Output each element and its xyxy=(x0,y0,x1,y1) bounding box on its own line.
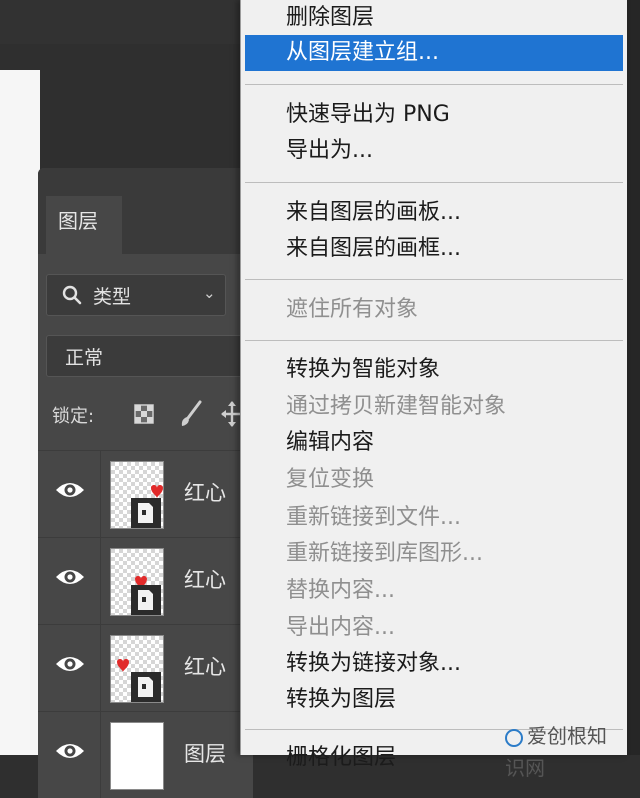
menu-item-group-from-layers[interactable]: 从图层建立组... xyxy=(245,35,623,71)
menu-item-new-smart-object-via-copy[interactable]: 通过拷贝新建智能对象 xyxy=(241,389,627,425)
layer-row[interactable]: 红心 xyxy=(38,624,253,711)
layer-thumbnail xyxy=(110,722,164,790)
layer-row[interactable]: 红心 xyxy=(38,537,253,624)
document-canvas[interactable] xyxy=(0,70,40,755)
menu-separator xyxy=(245,279,623,280)
watermark: 爱创根知识网 xyxy=(505,720,625,780)
search-icon xyxy=(62,285,82,305)
menu-separator xyxy=(245,182,623,183)
menu-item-artboard-from-layers[interactable]: 来自图层的画板... xyxy=(241,195,627,231)
menu-separator xyxy=(245,340,623,341)
menu-item-convert-to-layers[interactable]: 转换为图层 xyxy=(241,682,627,718)
menu-item-mask-all-objects[interactable]: 遮住所有对象 xyxy=(241,292,627,328)
layer-filter-select[interactable]: 类型 ⌄ xyxy=(46,274,226,316)
layer-name[interactable]: 红心 xyxy=(184,477,226,507)
row-divider xyxy=(100,712,101,798)
filter-label: 类型 xyxy=(93,286,132,308)
row-divider xyxy=(100,538,101,624)
chevron-down-icon: ⌄ xyxy=(203,284,216,302)
menu-item-edit-contents[interactable]: 编辑内容 xyxy=(241,425,627,461)
row-divider xyxy=(100,451,101,537)
layer-name[interactable]: 图层 xyxy=(184,738,226,768)
menu-item-export-as[interactable]: 导出为... xyxy=(241,133,627,169)
menu-item-quick-export-png[interactable]: 快速导出为 PNG xyxy=(241,97,627,133)
menu-item-relink-to-library-graphic[interactable]: 重新链接到库图形... xyxy=(241,536,627,572)
lock-image-pixels-brush-icon[interactable] xyxy=(178,400,204,428)
smart-object-thumbnail xyxy=(110,635,164,703)
menu-item-delete-layer[interactable]: 删除图层 xyxy=(241,0,627,36)
menu-item-export-contents[interactable]: 导出内容... xyxy=(241,610,627,646)
watermark-logo-icon xyxy=(505,728,523,747)
panel-dock-strip xyxy=(626,0,640,755)
row-divider xyxy=(100,625,101,711)
smart-object-thumbnail xyxy=(110,461,164,529)
blend-mode-value: 正常 xyxy=(65,347,104,369)
smart-object-thumbnail xyxy=(110,548,164,616)
layer-context-menu: 删除图层 从图层建立组... 快速导出为 PNG 导出为... 来自图层的画板.… xyxy=(240,0,627,770)
menu-item-convert-to-linked[interactable]: 转换为链接对象... xyxy=(241,646,627,682)
menu-item-reset-transform[interactable]: 复位变换 xyxy=(241,462,627,498)
lock-label: 锁定: xyxy=(52,406,95,427)
layer-name[interactable]: 红心 xyxy=(184,564,226,594)
lock-row: 锁定: xyxy=(38,396,253,436)
menu-item-replace-contents[interactable]: 替换内容... xyxy=(241,573,627,609)
lock-transparent-pixels-icon[interactable] xyxy=(134,404,154,424)
layer-name[interactable]: 红心 xyxy=(184,651,226,681)
eye-visibility-icon[interactable] xyxy=(54,566,86,588)
menu-item-frame-from-layers[interactable]: 来自图层的画框... xyxy=(241,231,627,267)
menu-item-convert-to-smart-object[interactable]: 转换为智能对象 xyxy=(241,352,627,388)
blend-mode-select[interactable]: 正常 xyxy=(46,335,248,377)
eye-visibility-icon[interactable] xyxy=(54,653,86,675)
menu-separator xyxy=(245,84,623,85)
panel-tab-bar: 图层 xyxy=(38,168,253,254)
menu-item-relink-to-file[interactable]: 重新链接到文件... xyxy=(241,500,627,536)
layers-panel: 图层 类型 ⌄ 正常 锁定: 红心 红心 红心 图层 xyxy=(38,168,253,798)
layer-row[interactable]: 红心 xyxy=(38,450,253,537)
eye-visibility-icon[interactable] xyxy=(54,479,86,501)
tab-layers[interactable]: 图层 xyxy=(46,196,122,254)
eye-visibility-icon[interactable] xyxy=(54,740,86,762)
